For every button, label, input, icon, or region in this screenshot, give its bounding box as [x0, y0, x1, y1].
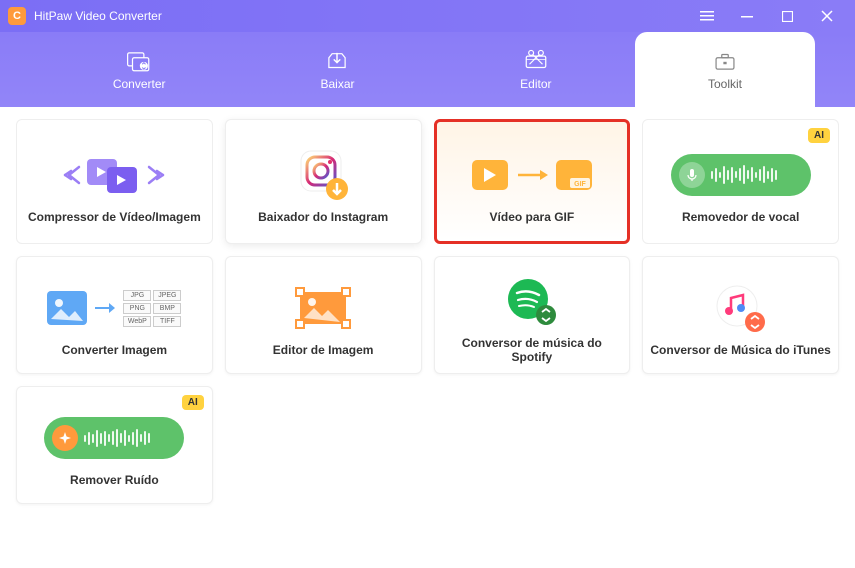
card-itunes-converter[interactable]: Conversor de Música do iTunes	[642, 256, 839, 374]
card-label: Vídeo para GIF	[484, 210, 581, 224]
card-image-editor[interactable]: Editor de Imagem	[225, 256, 422, 374]
nav-converter[interactable]: Converter	[40, 32, 238, 107]
main-nav: Converter Baixar Editor Toolkit	[0, 32, 855, 107]
maximize-button[interactable]	[767, 0, 807, 32]
format-tag: BMP	[153, 303, 181, 314]
card-label: Compressor de Vídeo/Imagem	[22, 210, 207, 224]
format-tag: TIFF	[153, 316, 181, 327]
format-tag: JPG	[123, 290, 151, 301]
menu-icon	[700, 9, 714, 23]
nav-label: Toolkit	[708, 77, 742, 91]
microphone-icon	[685, 168, 699, 182]
settings-button[interactable]	[687, 0, 727, 32]
card-video-to-gif[interactable]: GIF Vídeo para GIF	[434, 119, 631, 244]
ai-badge: AI	[808, 128, 830, 143]
titlebar: C HitPaw Video Converter	[0, 0, 855, 32]
maximize-icon	[782, 11, 793, 22]
sparkle-icon	[59, 432, 71, 444]
card-label: Converter Imagem	[56, 343, 173, 357]
card-vocal-remover[interactable]: AI Removedor de vocal	[642, 119, 839, 244]
format-tag: JPEG	[153, 290, 181, 301]
card-icon	[643, 140, 838, 210]
app-title: HitPaw Video Converter	[34, 9, 162, 23]
card-icon	[643, 273, 838, 343]
card-icon	[17, 140, 212, 210]
card-label: Editor de Imagem	[267, 343, 380, 357]
card-spotify-converter[interactable]: Conversor de música do Spotify	[434, 256, 631, 374]
card-label: Remover Ruído	[64, 473, 165, 487]
card-icon: JPG JPEG PNG BMP WebP TIFF	[17, 273, 212, 343]
card-compressor[interactable]: Compressor de Vídeo/Imagem	[16, 119, 213, 244]
minimize-icon	[741, 10, 753, 22]
editor-icon	[523, 49, 549, 73]
ai-badge: AI	[182, 395, 204, 410]
minimize-button[interactable]	[727, 0, 767, 32]
card-label: Removedor de vocal	[676, 210, 805, 224]
card-label: Conversor de Música do iTunes	[644, 343, 836, 357]
card-label: Conversor de música do Spotify	[435, 336, 630, 364]
toolkit-content: Compressor de Vídeo/Imagem Baixador do I…	[0, 107, 855, 568]
card-icon	[226, 140, 421, 210]
card-icon	[435, 266, 630, 336]
close-button[interactable]	[807, 0, 847, 32]
nav-label: Editor	[520, 77, 551, 91]
svg-text:GIF: GIF	[574, 181, 586, 188]
converter-icon	[126, 49, 152, 73]
nav-toolkit[interactable]: Toolkit	[635, 32, 815, 107]
nav-editor[interactable]: Editor	[437, 32, 635, 107]
app-logo: C	[8, 7, 26, 25]
card-label: Baixador do Instagram	[252, 210, 394, 224]
nav-label: Converter	[113, 77, 166, 91]
card-icon	[17, 403, 212, 473]
format-tag: PNG	[123, 303, 151, 314]
close-icon	[821, 10, 833, 22]
format-tag: WebP	[123, 316, 151, 327]
download-icon	[324, 49, 350, 73]
nav-baixar[interactable]: Baixar	[238, 32, 436, 107]
card-noise-remover[interactable]: AI Remover Ruído	[16, 386, 213, 504]
nav-label: Baixar	[320, 77, 354, 91]
arrow-right-icon	[95, 302, 115, 314]
card-icon: GIF	[437, 140, 628, 210]
card-instagram-downloader[interactable]: Baixador do Instagram	[225, 119, 422, 244]
card-convert-image[interactable]: JPG JPEG PNG BMP WebP TIFF Converter Ima…	[16, 256, 213, 374]
toolkit-icon	[712, 49, 738, 73]
card-icon	[226, 273, 421, 343]
